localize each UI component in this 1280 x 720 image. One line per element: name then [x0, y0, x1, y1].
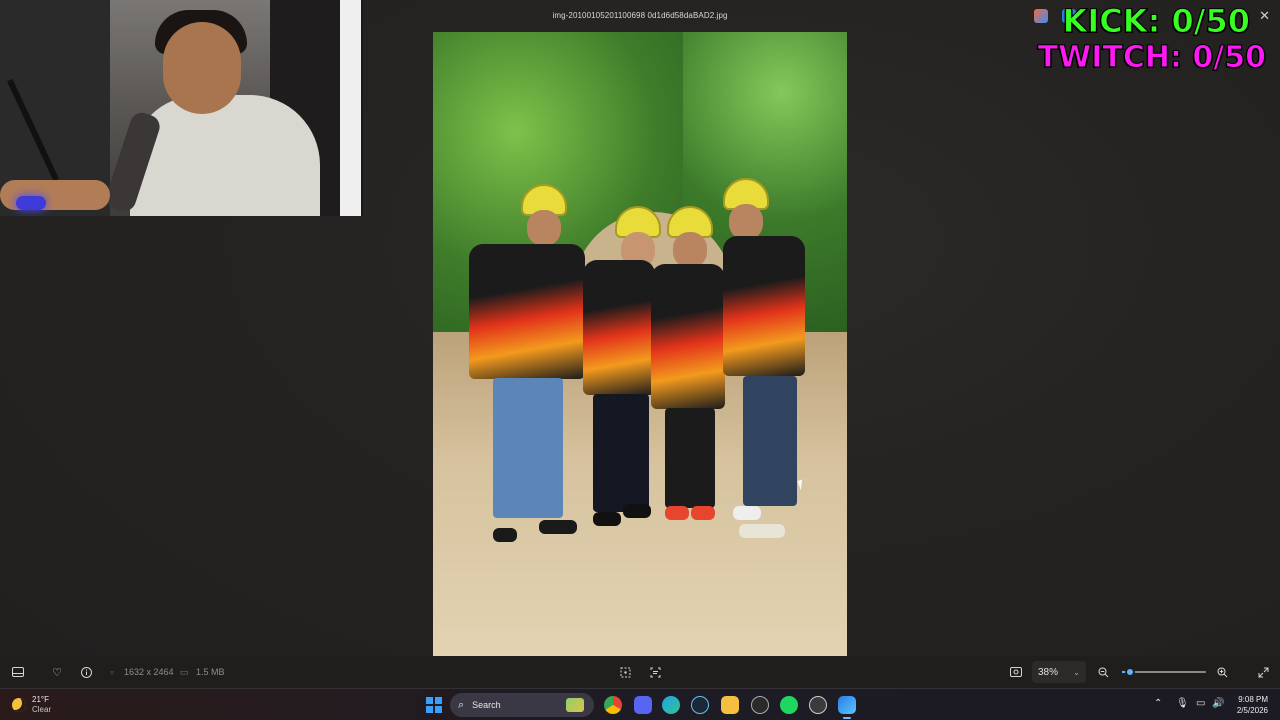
mouse: [16, 196, 46, 210]
temperature: 21°F: [32, 695, 49, 704]
file-explorer-icon[interactable]: [721, 696, 739, 714]
twitch-counter: TWITCH: 0/50: [1037, 40, 1266, 76]
moon-icon: [12, 698, 26, 712]
zoom-slider[interactable]: [1122, 667, 1206, 677]
edge-icon[interactable]: [662, 696, 680, 714]
info-icon[interactable]: [78, 664, 94, 680]
copilot-icon[interactable]: [1034, 9, 1048, 23]
chevron-up-icon[interactable]: ⌃: [1154, 698, 1162, 709]
search-icon: ⌕: [458, 698, 465, 711]
search-highlight-icon: [566, 698, 584, 712]
webcam-overlay: [0, 0, 363, 216]
file-size-icon: ▭: [179, 666, 189, 677]
expand-icon[interactable]: [1255, 664, 1271, 680]
crop-icon[interactable]: [617, 664, 633, 680]
zoom-dropdown[interactable]: 38% ⌄: [1032, 661, 1086, 683]
photo-viewer-window: img-20100105201100698 0d1d6d58daBAD2.jpg…: [0, 0, 1280, 688]
clock[interactable]: 9:08 PM 2/5/2026: [1237, 694, 1268, 716]
time: 9:08 PM: [1238, 695, 1268, 704]
zoom-out-icon[interactable]: [1095, 664, 1111, 680]
discord-icon[interactable]: [634, 696, 652, 714]
weather-widget[interactable]: 21°F Clear: [12, 695, 51, 715]
volume-icon[interactable]: 🔊: [1212, 698, 1224, 709]
chevron-down-icon: ⌄: [1073, 667, 1080, 677]
fit-icon[interactable]: [1008, 664, 1024, 680]
network-icon[interactable]: ▭: [1196, 698, 1205, 709]
image-toolbar: ♡ ▫ 1632 x 2464 ▭ 1.5 MB 38% ⌄: [0, 656, 1280, 688]
kick-counter: KICK: 0/50: [1062, 2, 1250, 41]
dimensions-icon: ▫: [110, 667, 114, 677]
photos-icon[interactable]: [838, 696, 856, 719]
displayed-photo: [433, 32, 847, 656]
taskbar-search[interactable]: ⌕ Search: [450, 693, 594, 717]
steam-icon[interactable]: [691, 696, 709, 714]
zoom-slider-thumb[interactable]: [1125, 667, 1135, 677]
taskbar: 21°F Clear ⌕ Search ⌃ 🎙 ▭ 🔊 9:08 PM 2/5/…: [0, 688, 1280, 720]
search-placeholder: Search: [472, 700, 501, 710]
tool-icon[interactable]: [809, 696, 827, 714]
microphone-icon[interactable]: 🎙: [1176, 698, 1189, 709]
spotify-icon[interactable]: [780, 696, 798, 714]
obs-icon[interactable]: [751, 696, 769, 714]
chrome-icon[interactable]: [604, 696, 622, 714]
weather-condition: Clear: [32, 705, 52, 714]
filmstrip-icon[interactable]: [10, 664, 26, 680]
zoom-in-icon[interactable]: [1214, 664, 1230, 680]
file-size: 1.5 MB: [196, 667, 225, 677]
heart-icon[interactable]: ♡: [49, 664, 65, 680]
date: 2/5/2026: [1236, 706, 1268, 715]
scan-icon[interactable]: [647, 664, 663, 680]
close-icon[interactable]: ✕: [1259, 8, 1270, 24]
image-dimensions: 1632 x 2464: [124, 667, 174, 677]
zoom-level: 38%: [1038, 666, 1059, 678]
start-button[interactable]: [426, 697, 442, 713]
